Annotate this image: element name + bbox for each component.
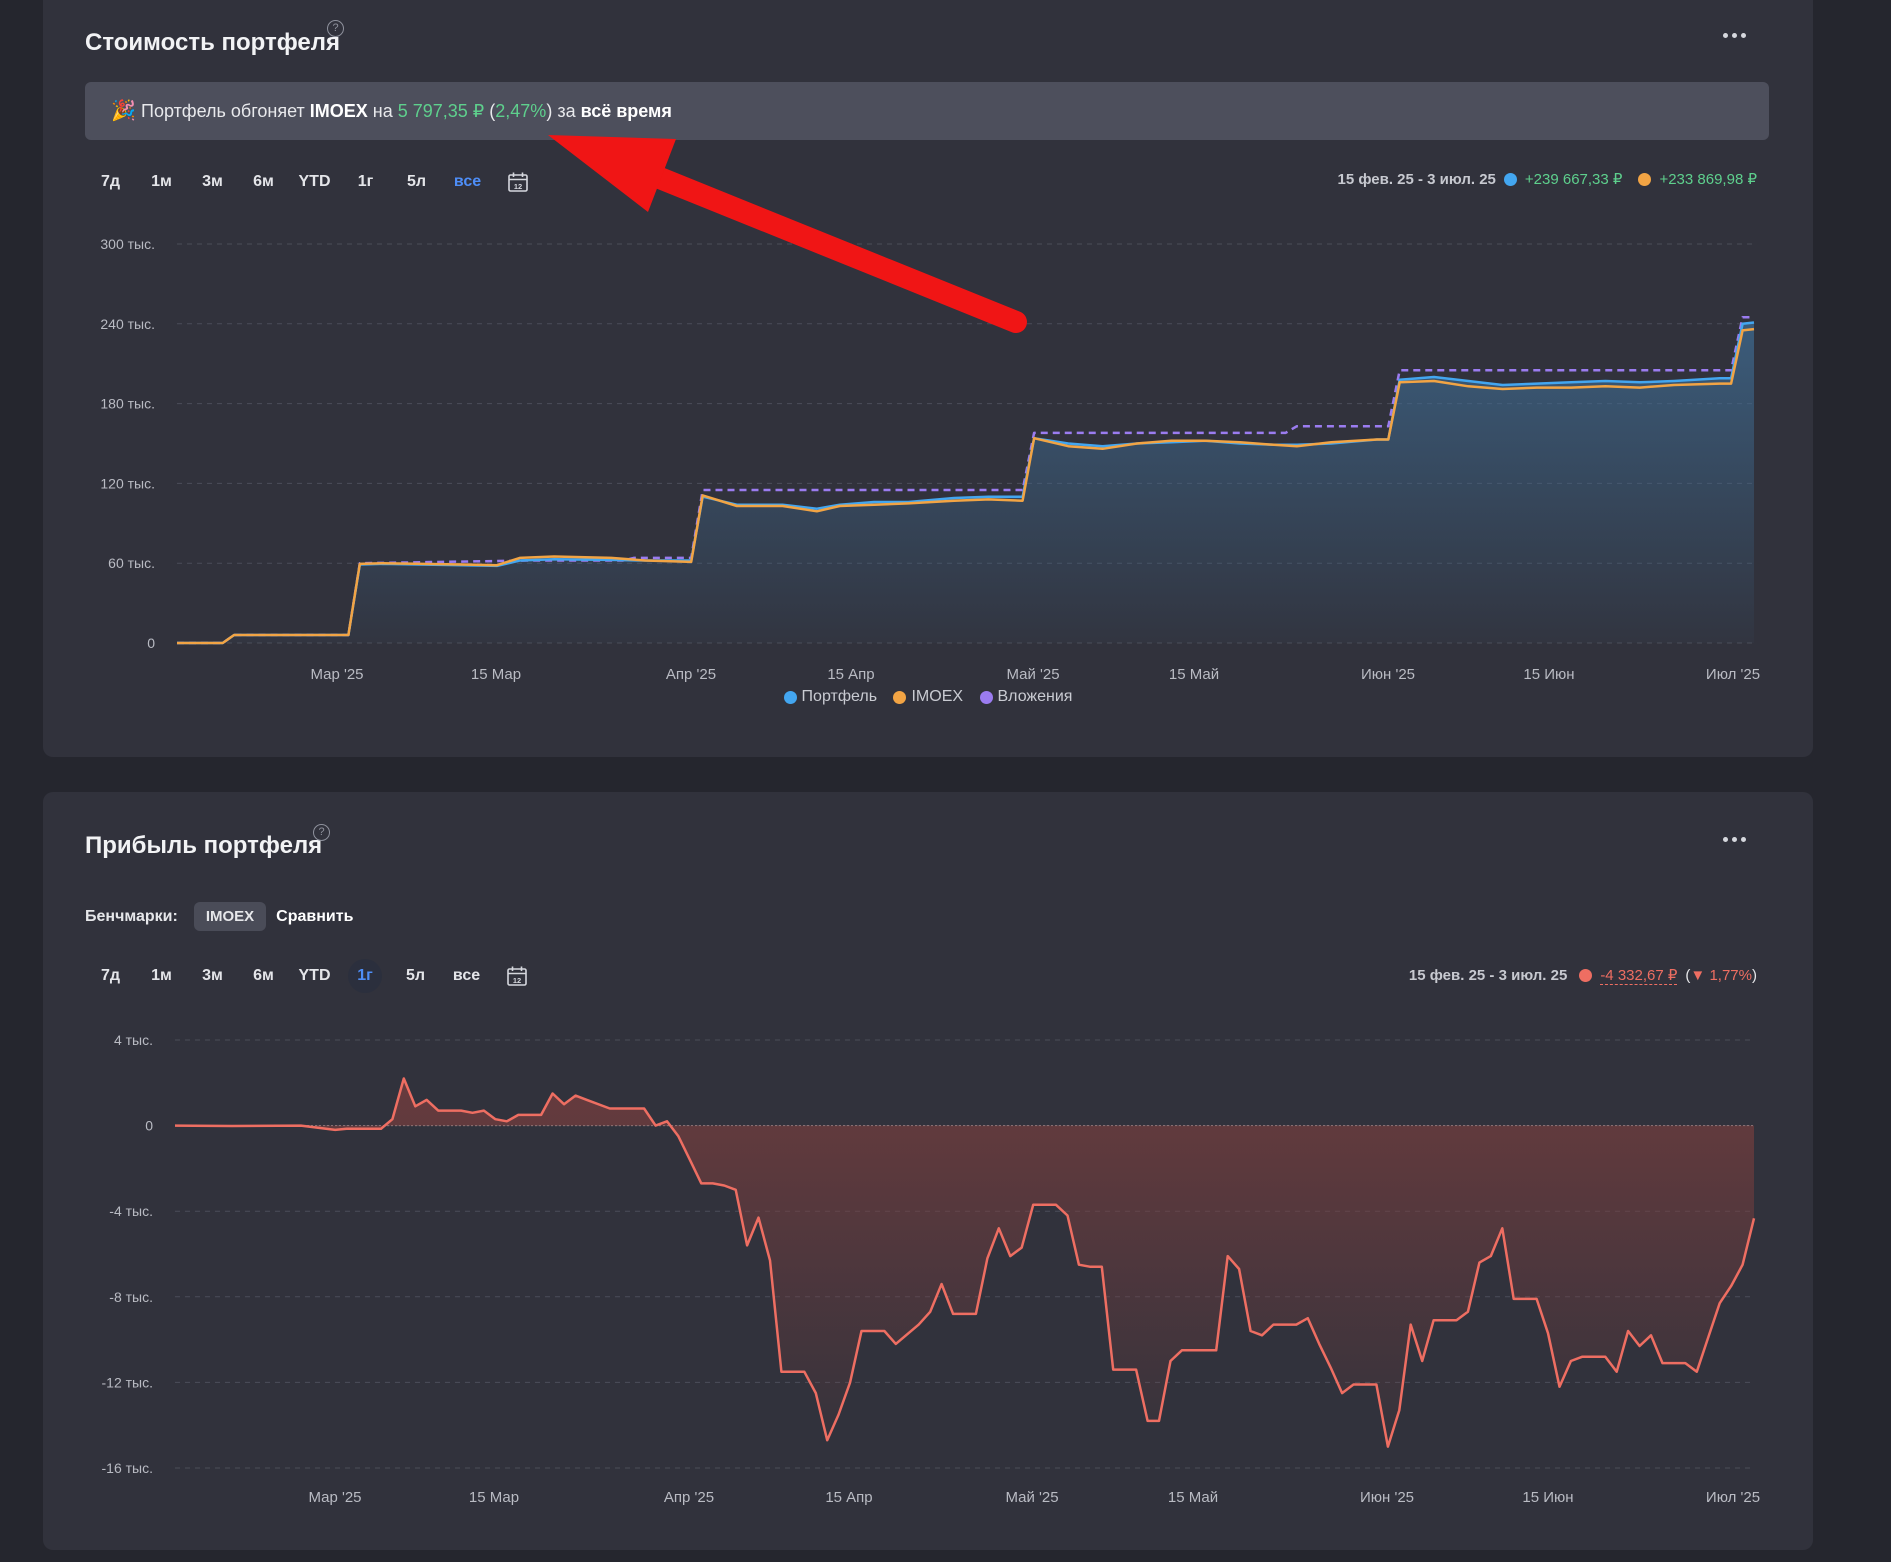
annotation-arrow xyxy=(548,135,1027,333)
arrow-head-icon xyxy=(548,135,676,212)
